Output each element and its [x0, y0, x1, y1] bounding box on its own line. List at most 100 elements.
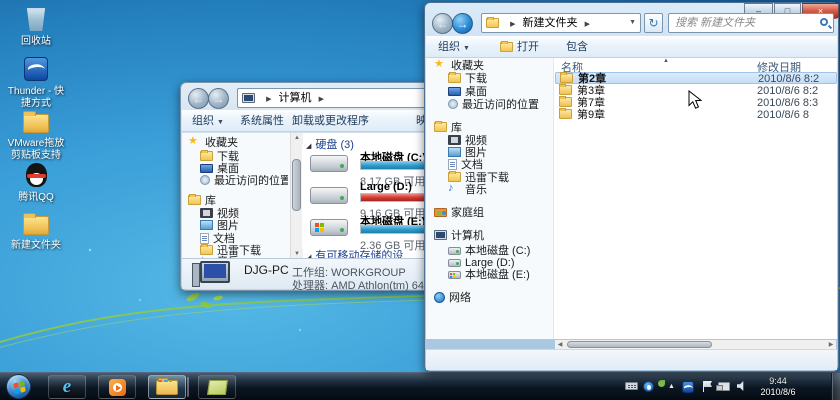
nav-downloads[interactable]: 下载	[448, 73, 487, 86]
address-dropdown-icon[interactable]: ▼	[625, 14, 640, 32]
recent-places-icon	[200, 175, 210, 185]
hdd-section-header[interactable]: ◢硬盘 (3)	[306, 136, 354, 152]
taskbar-clock[interactable]: 9:44 2010/8/6	[752, 376, 804, 398]
breadcrumb-arrow: ▶	[581, 21, 594, 28]
organize-button[interactable]: 组织▼	[438, 39, 470, 55]
nav-computer[interactable]: 计算机	[434, 230, 484, 243]
explorer-folder-icon	[156, 380, 178, 395]
star-icon	[434, 60, 447, 71]
nav-libraries[interactable]: 库	[434, 122, 462, 135]
computer-name: DJG-PC	[244, 263, 289, 277]
folder-icon	[559, 97, 572, 107]
nav-homegroup[interactable]: 家庭组	[434, 207, 484, 220]
nav-favorites[interactable]: 收藏夹	[188, 137, 238, 150]
mouse-cursor	[688, 90, 702, 110]
folder-icon	[559, 85, 572, 95]
nav-desktop[interactable]: 桌面	[448, 86, 487, 99]
clock-date: 2010/8/6	[760, 387, 795, 397]
collapse-arrow-icon: ◢	[306, 143, 315, 150]
breadcrumb[interactable]: 计算机	[279, 92, 312, 104]
file-name: 第3章	[577, 85, 605, 97]
file-date: 2010/8/6 8:2	[757, 85, 818, 97]
volume-speaker-icon[interactable]	[737, 381, 746, 391]
disk-icon	[448, 247, 461, 255]
forward-button[interactable]: →	[208, 88, 229, 109]
file-row-selected[interactable]: 第2章 2010/8/6 8:2	[555, 72, 837, 84]
nav-libraries[interactable]: 库	[188, 195, 216, 208]
uninstall-program-button[interactable]: 卸载或更改程序	[292, 113, 369, 129]
computer-icon	[434, 230, 447, 240]
back-button[interactable]: ←	[432, 13, 453, 34]
network-tray-icon[interactable]	[718, 382, 730, 391]
desktop-icon-new-folder[interactable]: 新建文件夹	[4, 212, 68, 252]
file-date: 2010/8/6 8	[757, 109, 809, 121]
processor-text: 处理器: AMD Athlon(tm) 64	[292, 277, 424, 293]
scroll-thumb[interactable]	[292, 159, 301, 211]
include-in-library-button[interactable]: 包含	[566, 39, 588, 55]
folder-icon	[560, 73, 573, 83]
search-box[interactable]: 搜索 新建文件夹	[668, 13, 834, 33]
network-globe-icon	[434, 292, 445, 303]
monitor-icon	[448, 87, 461, 96]
tray-app-icon[interactable]	[658, 380, 665, 387]
library-icon	[434, 122, 447, 132]
start-button[interactable]	[6, 374, 31, 399]
desktop-icon-label: 腾讯QQ	[4, 192, 68, 204]
desktop-icon-vmware[interactable]: VMware拖放剪贴板支持	[4, 110, 68, 162]
desktop-icon-qq[interactable]: 腾讯QQ	[4, 163, 68, 204]
scroll-thumb[interactable]	[567, 341, 712, 348]
nav-pictures[interactable]: 图片	[200, 220, 239, 233]
homegroup-icon	[434, 208, 447, 217]
open-button[interactable]: 打开	[500, 39, 539, 55]
nav-favorites[interactable]: 收藏夹	[434, 60, 484, 73]
show-desktop-button[interactable]	[831, 373, 840, 400]
taskbar-media-player-button[interactable]	[98, 375, 136, 399]
windows-logo-icon	[13, 381, 26, 395]
taskbar-sticky-notes-button[interactable]	[198, 375, 236, 399]
taskbar-ie-button[interactable]: e	[48, 375, 86, 399]
sticky-note-icon	[206, 380, 227, 395]
file-row[interactable]: 第9章 2010/8/6 8	[555, 109, 837, 121]
new-folder-window[interactable]: – □ × ← → ▼ ▶ 新建文件夹 ▶ ↻ 搜索 新建文件夹 组织▼ 打开 …	[424, 2, 839, 372]
nav-drive-e[interactable]: 本地磁盘 (E:)	[448, 269, 530, 282]
drive-icon-d[interactable]	[310, 187, 348, 204]
nav-recent-places[interactable]: 最近访问的位置	[200, 175, 288, 188]
forward-button[interactable]: →	[452, 13, 473, 34]
nav-network[interactable]: 网络	[434, 292, 471, 305]
address-bar[interactable]: ▶ 计算机 ▶	[237, 88, 437, 108]
window-navbar: ← → ▼ ▶ 新建文件夹 ▶ ↻ 搜索 新建文件夹	[425, 13, 838, 35]
action-center-flag-icon[interactable]	[703, 381, 704, 392]
drive-name[interactable]: Large (D:)	[360, 181, 412, 193]
music-note-icon	[448, 184, 461, 195]
show-hidden-icons-button[interactable]: ▲	[668, 383, 675, 390]
system-properties-button[interactable]: 系统属性	[240, 113, 284, 129]
drive-icon-e-windows[interactable]	[310, 219, 348, 236]
nav-recent-places[interactable]: 最近访问的位置	[448, 99, 539, 112]
desktop-icon-label: 新建文件夹	[4, 240, 68, 252]
qq-tray-icon[interactable]	[643, 381, 654, 392]
file-name: 第9章	[577, 109, 605, 121]
thunder-tray-icon[interactable]	[682, 381, 694, 393]
breadcrumb[interactable]: 新建文件夹	[523, 17, 578, 29]
taskbar-explorer-button[interactable]	[148, 375, 186, 399]
folder-icon	[448, 172, 461, 182]
breadcrumb-arrow: ▶	[315, 96, 328, 103]
organize-button[interactable]: 组织▼	[192, 113, 224, 129]
back-button[interactable]: ←	[188, 88, 209, 109]
document-icon	[200, 233, 209, 244]
address-bar[interactable]: ▼ ▶ 新建文件夹 ▶	[481, 13, 641, 33]
desktop-icon-recycle-bin[interactable]: 回收站	[4, 5, 68, 48]
nav-music[interactable]: 音乐	[448, 184, 487, 197]
search-icon	[820, 18, 828, 26]
document-icon	[448, 159, 457, 170]
file-name: 第7章	[577, 97, 605, 109]
desktop-icon-thunder[interactable]: Thunder - 快捷方式	[4, 57, 68, 110]
folder-icon	[559, 109, 572, 119]
input-method-keyboard-icon[interactable]	[625, 382, 638, 390]
nav-scrollbar[interactable]: ▲ ▼	[290, 133, 302, 260]
drive-icon-c[interactable]	[310, 155, 348, 172]
desktop-icon-label: 回收站	[4, 36, 68, 48]
video-icon	[200, 208, 213, 218]
refresh-button[interactable]: ↻	[644, 13, 663, 33]
navigation-pane: 收藏夹 下载 桌面 最近访问的位置 库 视频 图片 文档 迅雷下载 音乐	[182, 133, 290, 260]
